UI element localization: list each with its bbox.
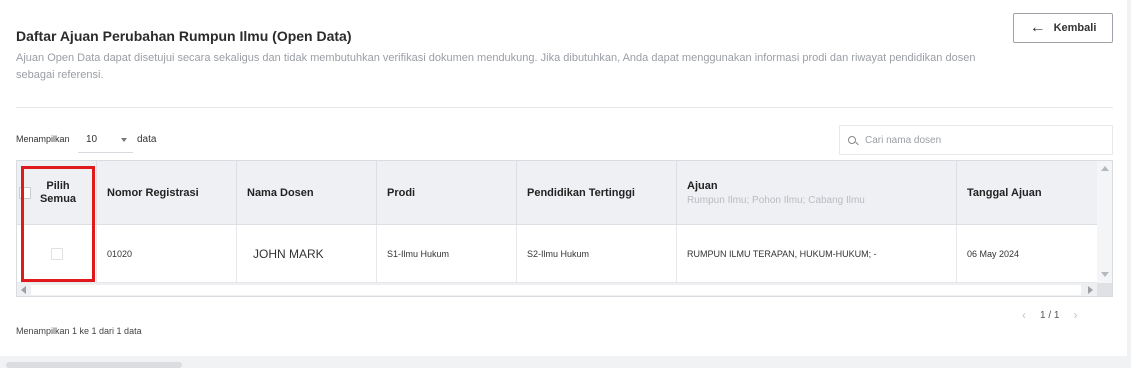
column-label: Pilih Semua [39,180,77,205]
table-header: Pilih Semua Nomor Registrasi Nama Dosen … [17,161,1097,225]
scroll-right-icon[interactable] [1088,286,1093,294]
column-tanggal-ajuan: Tanggal Ajuan [967,187,1042,199]
scroll-left-icon[interactable] [21,286,26,294]
scroll-up-icon[interactable] [1101,166,1109,171]
page-horizontal-scrollbar[interactable] [6,362,182,368]
pagination-info: Menampilkan 1 ke 1 dari 1 data [16,326,142,336]
back-button[interactable]: ← Kembali [1013,13,1113,43]
scrollbar-thumb[interactable] [31,285,1081,295]
cell-pendidikan: S2-Ilmu Hukum [517,225,677,283]
pagination: ‹ 1 / 1 › [1022,308,1077,322]
page-size-suffix: data [137,134,157,145]
cell-nama-dosen: JOHN MARK [237,225,377,283]
column-nomor-registrasi: Nomor Registrasi [97,161,237,225]
divider [16,107,1113,108]
column-sublabel: Rumpun Ilmu; Pohon Ilmu; Cabang Ilmu [687,195,865,206]
page-indicator: 1 / 1 [1040,309,1060,321]
cell-tanggal: 06 May 2024 [967,249,1020,259]
scroll-down-icon[interactable] [1101,272,1109,277]
arrow-left-icon: ← [1029,19,1046,36]
column-ajuan: Ajuan Rumpun Ilmu; Pohon Ilmu; Cabang Il… [677,161,957,225]
cell-prodi: S1-Ilmu Hukum [377,225,517,283]
table-row[interactable]: 01020 JOHN MARK S1-Ilmu Hukum S2-Ilmu Hu… [17,225,1097,283]
main-card: Daftar Ajuan Perubahan Rumpun Ilmu (Open… [0,0,1127,356]
row-checkbox[interactable] [50,248,63,260]
cell-ajuan: RUMPUN ILMU TERAPAN, HUKUM-HUKUM; - [677,225,957,283]
search-icon [848,136,856,144]
page-size-label: Menampilkan [16,134,70,144]
page-size-value: 10 [86,134,98,145]
search-input[interactable] [865,134,1095,146]
column-select-all: Pilih Semua [17,161,97,225]
select-all-checkbox[interactable] [19,187,31,199]
search-box[interactable] [839,125,1113,155]
back-button-label: Kembali [1053,22,1097,34]
page-description: Ajuan Open Data dapat disetujui secara s… [16,52,976,81]
column-label: Ajuan [687,180,718,192]
column-pendidikan-tertinggi: Pendidikan Tertinggi [517,161,677,225]
chevron-left-icon[interactable]: ‹ [1022,308,1026,322]
horizontal-scrollbar[interactable] [17,283,1097,296]
column-prodi: Prodi [377,161,517,225]
page-size-select[interactable]: 10 [78,127,133,153]
vertical-scrollbar[interactable] [1097,161,1112,283]
chevron-down-icon [121,138,127,142]
page-title: Daftar Ajuan Perubahan Rumpun Ilmu (Open… [16,28,352,44]
row-select-cell [17,225,97,283]
chevron-right-icon[interactable]: › [1073,308,1077,322]
scrollbar-corner [1097,283,1112,296]
column-nama-dosen: Nama Dosen [237,161,377,225]
cell-nomor-registrasi: 01020 [97,225,237,283]
data-table: Pilih Semua Nomor Registrasi Nama Dosen … [16,160,1113,297]
